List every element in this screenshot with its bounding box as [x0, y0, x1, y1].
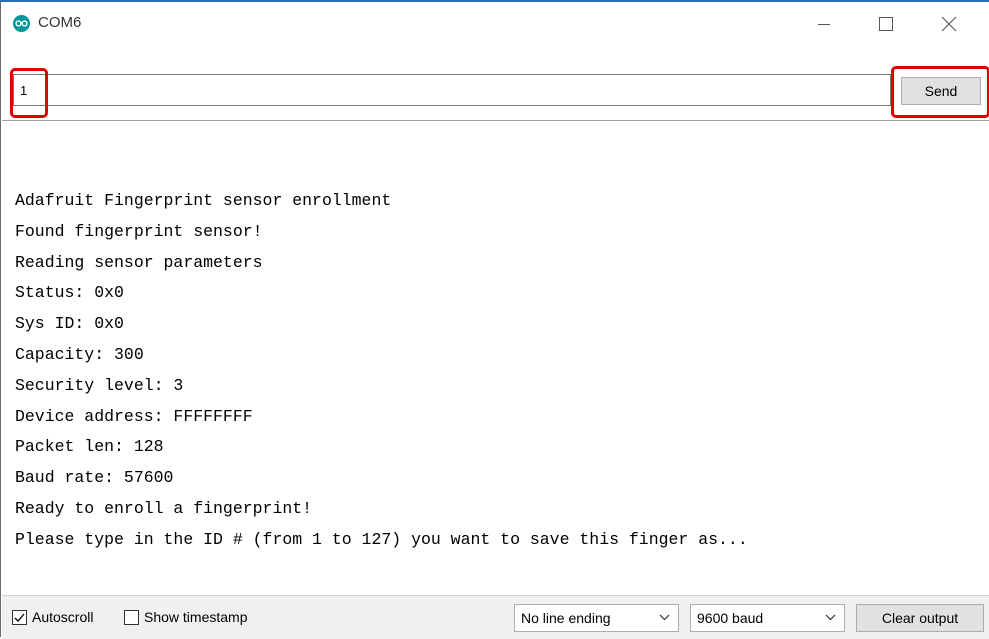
- output-text: Adafruit Fingerprint sensor enrollment Fo…: [15, 186, 748, 556]
- send-button[interactable]: Send: [901, 77, 981, 105]
- chevron-down-icon: [825, 614, 836, 621]
- serial-output[interactable]: Adafruit Fingerprint sensor enrollment Fo…: [2, 120, 989, 595]
- output-line: Please type in the ID # (from 1 to 127) …: [15, 529, 748, 549]
- minimize-button[interactable]: [801, 6, 847, 42]
- close-button[interactable]: [926, 6, 972, 42]
- clear-output-button[interactable]: Clear output: [856, 604, 984, 632]
- output-line: Status: 0x0: [15, 283, 124, 303]
- output-line: Reading sensor parameters: [15, 252, 263, 272]
- close-icon: [941, 16, 957, 32]
- serial-input[interactable]: [14, 75, 890, 105]
- show-timestamp-checkbox[interactable]: [124, 610, 139, 625]
- output-line: Capacity: 300: [15, 344, 144, 364]
- output-line: Device address: FFFFFFFF: [15, 406, 253, 426]
- title-bar: COM6: [1, 2, 989, 58]
- serial-monitor-window: COM6 Send Adafruit Fingerprint sensor en…: [0, 0, 989, 639]
- output-line: Adafruit Fingerprint sensor enrollment: [15, 191, 392, 210]
- output-line: Security level: 3: [15, 375, 184, 395]
- line-ending-value: No line ending: [521, 610, 611, 626]
- window-title: COM6: [38, 14, 82, 31]
- minimize-icon: [818, 24, 830, 25]
- autoscroll-label: Autoscroll: [32, 609, 94, 625]
- maximize-icon: [879, 17, 893, 31]
- maximize-button[interactable]: [863, 6, 909, 42]
- arduino-icon: [13, 15, 30, 32]
- show-timestamp-label: Show timestamp: [144, 609, 248, 625]
- serial-input-box: [13, 74, 891, 106]
- baud-rate-select[interactable]: 9600 baud: [690, 604, 845, 632]
- output-line: Found fingerprint sensor!: [15, 221, 263, 241]
- autoscroll-checkbox[interactable]: [12, 610, 27, 625]
- baud-rate-value: 9600 baud: [697, 610, 764, 626]
- output-line: Packet len: 128: [15, 437, 164, 457]
- chevron-down-icon: [659, 614, 670, 621]
- output-line: Sys ID: 0x0: [15, 314, 124, 334]
- output-line: Ready to enroll a fingerprint!: [15, 498, 313, 518]
- line-ending-select[interactable]: No line ending: [514, 604, 679, 632]
- checkmark-icon: [14, 613, 25, 622]
- output-line: Baud rate: 57600: [15, 468, 174, 488]
- bottom-bar: Autoscroll Show timestamp No line ending…: [2, 595, 989, 639]
